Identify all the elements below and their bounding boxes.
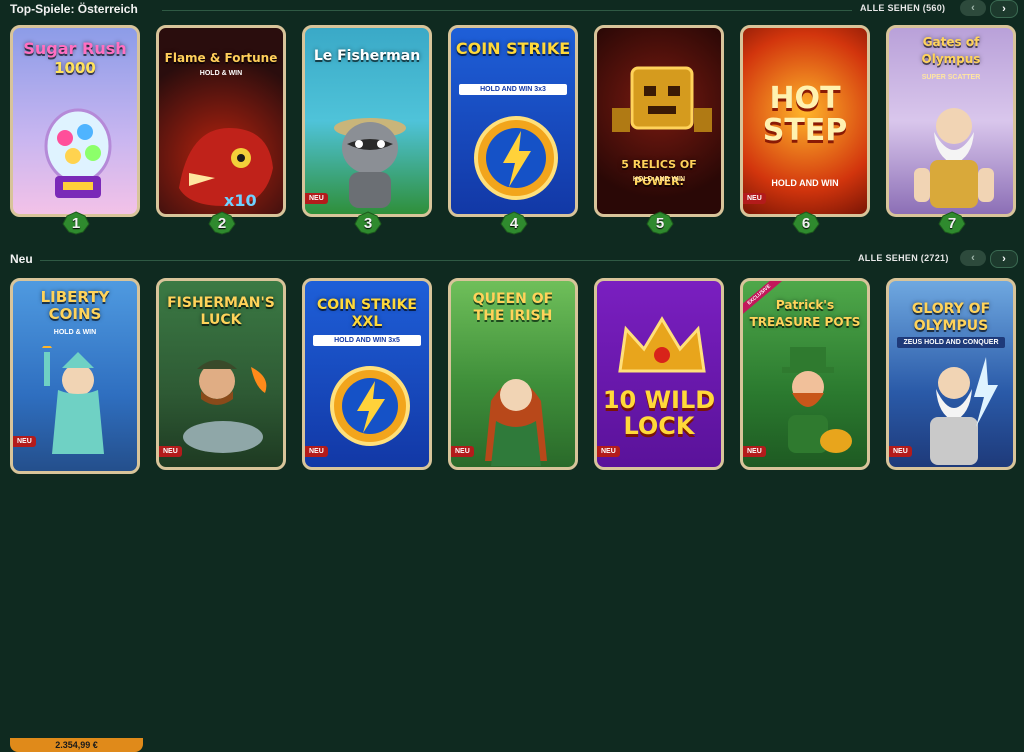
new-badge: NEU [597,446,620,457]
rank-badge: 5 [642,210,678,236]
rank-badge: 4 [496,210,532,236]
game-card-fishermans-luck[interactable]: FISHERMAN'S LUCK NEU [156,278,286,470]
rank-number: 7 [947,214,957,232]
game-title: Gates of Olympus [921,35,981,66]
chevron-left-icon: ‹ [971,2,975,14]
lightning-coin-art [330,366,410,446]
game-title: COIN STRIKE [455,39,571,58]
game-title: Sugar Rush [23,39,127,58]
rank-number: 1 [71,214,81,232]
rank-badge: 3 [350,210,386,236]
game-subtitle: ZEUS HOLD AND CONQUER [897,337,1005,348]
section-header-new: Neu ALLE SEHEN (2721) ‹ › [0,250,1024,270]
chevron-right-icon: › [1002,3,1006,15]
crown-art [618,316,706,373]
zeus-art [914,108,994,208]
game-title: FISHERMAN'S LUCK [167,295,275,328]
game-card-coin-strike[interactable]: COIN STRIKE HOLD AND WIN 3x3 [448,25,578,217]
game-card-coin-strike-xxl[interactable]: COIN STRIKE XXL HOLD AND WIN 3x5 NEU [302,278,432,470]
rank-badge: 6 [788,210,824,236]
game-title: Flame & Fortune [164,51,278,65]
game-subtitle: HOLD AND WIN [771,178,839,188]
game-card-gates-of-olympus[interactable]: Gates of Olympus SUPER SCATTER [886,25,1016,217]
rank-badge: 7 [934,210,970,236]
game-card-le-fisherman[interactable]: Le Fisherman NEU [302,25,432,217]
new-badge: NEU [889,446,912,457]
new-badge: NEU [13,436,36,447]
rank-number: 4 [509,214,519,232]
game-subtitle: HOLD & WIN [199,70,243,77]
game-card-10-wild-lock[interactable]: 10 WILD LOCK NEU [594,278,724,470]
gumball-machine-art [44,108,112,198]
new-badge: NEU [305,446,328,457]
game-subtitle: HOLD & WIN [53,329,97,336]
game-subtitle: SUPER SCATTER [921,74,981,81]
lightning-coin-art [474,116,558,200]
new-badge: NEU [451,446,474,457]
game-card-flame-fortune[interactable]: Flame & Fortune HOLD & WIN x10 [156,25,286,217]
game-card-glory-of-olympus[interactable]: GLORY OF OLYMPUS ZEUS HOLD AND CONQUER N… [886,278,1016,470]
rank-badge: 1 [58,210,94,236]
chevron-left-icon: ‹ [971,252,975,264]
jackpot-amount: 2.354,99 € [10,738,143,752]
game-title: 10 WILD LOCK [602,386,716,440]
prev-arrow-button[interactable]: ‹ [960,250,986,266]
rank-number: 2 [217,214,227,232]
rank-badge: 2 [204,210,240,236]
header-divider [162,10,852,11]
section-header-top: Top-Spiele: Österreich ALLE SEHEN (560) … [0,0,1024,20]
game-subtitle: HOLD AND WIN 3x5 [313,335,421,346]
game-title: GLORY OF OLYMPUS [911,301,991,334]
new-badge: NEU [743,446,766,457]
see-all-top-link[interactable]: ALLE SEHEN (560) [860,3,945,13]
svg-text:x10: x10 [224,191,257,210]
prev-arrow-button[interactable]: ‹ [960,0,986,16]
rank-number: 3 [363,214,373,232]
game-title: COIN STRIKE XXL [316,297,417,330]
dragon-art: x10 [179,128,273,210]
leprechaun-art [782,347,852,453]
irish-queen-art [485,379,547,466]
raccoon-fisherman-art [334,118,406,208]
game-card-hot-step[interactable]: HOT STEP HOLD AND WIN NEU [740,25,870,217]
rank-number: 6 [801,214,811,232]
game-card-treasure-pots[interactable]: EXCLUSIVE Patrick's TREASURE POTS NEU [740,278,870,470]
new-badge: NEU [159,446,182,457]
game-title: HOT STEP [762,81,848,148]
game-subtitle: HOLD AND WIN 3x3 [459,84,567,95]
game-card-relics-of-power[interactable]: 5 RELICS OF POWER: HOLD AND WIN [594,25,724,217]
fisherman-art [183,360,267,453]
chevron-right-icon: › [1002,253,1006,265]
game-title: QUEEN OF THE IRISH [472,291,554,324]
game-title: Patrick's TREASURE POTS [749,298,861,329]
section-title-top: Top-Spiele: Österreich [10,2,138,16]
game-card-liberty-coins[interactable]: LIBERTY COINS HOLD & WIN NEU [10,278,140,474]
golden-idol-art [612,66,712,132]
game-card-queen-of-the-irish[interactable]: QUEEN OF THE IRISH NEU [448,278,578,470]
next-arrow-button[interactable]: › [990,0,1018,18]
game-title: LIBERTY COINS [40,288,110,323]
next-arrow-button[interactable]: › [990,250,1018,268]
see-all-new-link[interactable]: ALLE SEHEN (2721) [858,253,949,263]
new-badge: NEU [305,193,328,204]
section-title-new: Neu [10,252,33,266]
rank-number: 5 [655,214,665,232]
game-card-sugar-rush[interactable]: Sugar Rush 1000 [10,25,140,217]
game-subtitle: HOLD AND WIN [632,176,686,183]
game-title: Le Fisherman [313,48,421,64]
header-divider [40,260,850,261]
zeus-art [930,357,998,465]
statue-of-liberty-art [42,346,104,454]
game-subtitle: 1000 [54,59,96,77]
new-badge: NEU [743,193,766,204]
